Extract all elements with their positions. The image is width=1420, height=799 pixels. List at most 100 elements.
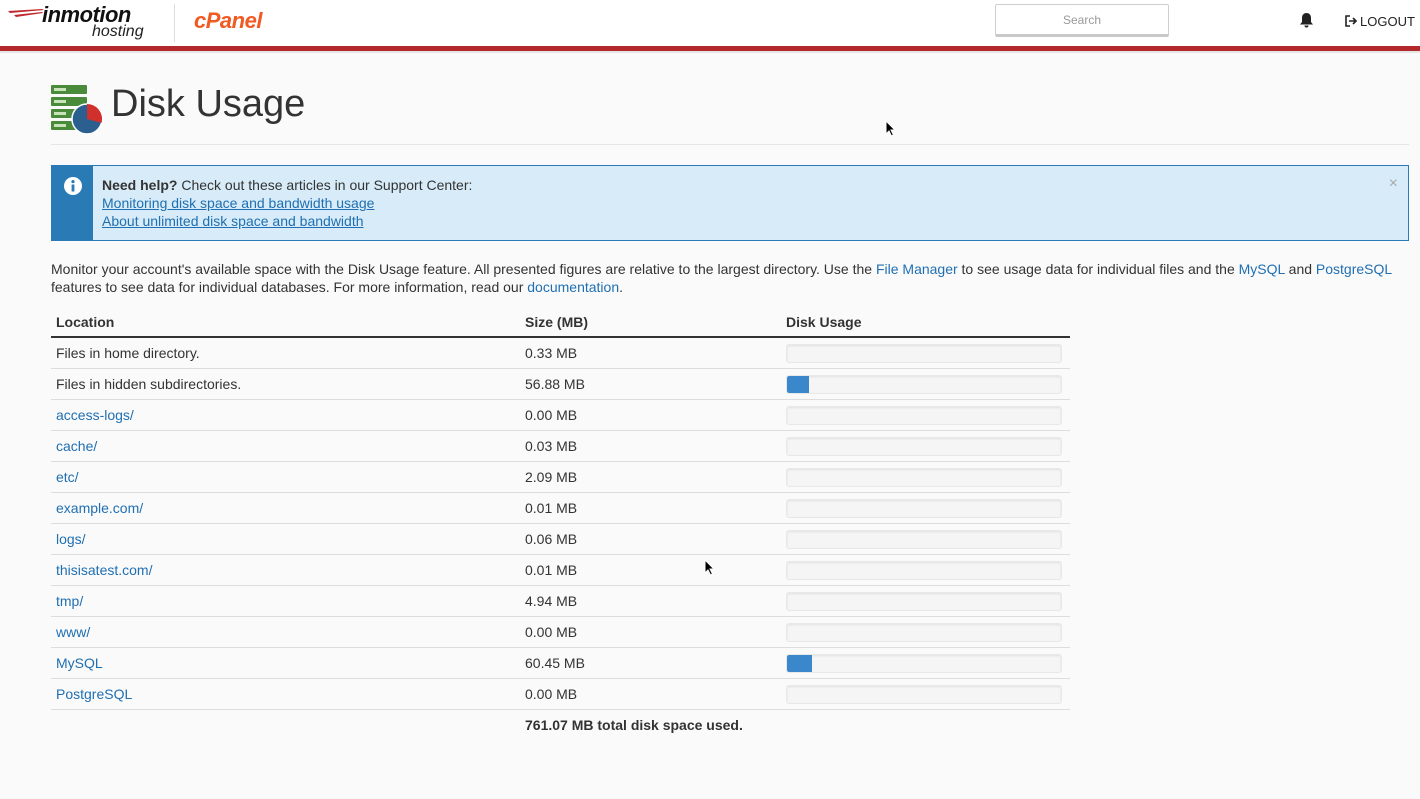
table-header-row: Location Size (MB) Disk Usage: [51, 308, 1070, 338]
size-cell: 0.01 MB: [520, 554, 781, 586]
usage-cell: [781, 337, 1070, 369]
location-link[interactable]: cache/: [56, 438, 97, 454]
location-cell: Files in home directory.: [51, 337, 520, 369]
logout-icon: [1345, 15, 1358, 27]
usage-progress-bar: [786, 591, 1062, 611]
total-disk-usage: 761.07 MB total disk space used.: [525, 717, 743, 733]
location-cell: tmp/: [51, 585, 520, 617]
usage-cell: [781, 430, 1070, 462]
file-manager-link[interactable]: File Manager: [876, 261, 958, 277]
location-link[interactable]: logs/: [56, 531, 86, 547]
usage-cell: [781, 461, 1070, 493]
location-link[interactable]: etc/: [56, 469, 79, 485]
location-link[interactable]: www/: [56, 624, 90, 640]
location-link[interactable]: MySQL: [56, 655, 103, 671]
location-link[interactable]: example.com/: [56, 500, 143, 516]
table-row: cache/0.03 MB: [51, 430, 1070, 462]
usage-cell: [781, 492, 1070, 524]
usage-cell: [781, 368, 1070, 400]
column-header-size: Size (MB): [520, 308, 781, 338]
size-cell: 0.00 MB: [520, 399, 781, 431]
logout-button[interactable]: LOGOUT: [1344, 12, 1415, 30]
location-label: Files in hidden subdirectories.: [56, 376, 242, 392]
usage-progress-bar: [786, 529, 1062, 549]
description-part-5: .: [619, 279, 623, 295]
table-row: tmp/4.94 MB: [51, 585, 1070, 617]
usage-progress-bar: [786, 684, 1062, 704]
page-title: Disk Usage: [111, 83, 306, 125]
size-cell: 0.00 MB: [520, 678, 781, 710]
logout-label: LOGOUT: [1360, 13, 1415, 29]
total-spacer: [51, 710, 520, 741]
size-cell: 0.00 MB: [520, 616, 781, 648]
size-cell: 0.33 MB: [520, 337, 781, 369]
table-body: Files in home directory. 0.33 MB Files in …: [51, 337, 1070, 740]
size-cell: 0.03 MB: [520, 430, 781, 462]
usage-progress-bar: [786, 498, 1062, 518]
usage-cell: [781, 616, 1070, 648]
size-cell: 4.94 MB: [520, 585, 781, 617]
location-cell: access-logs/: [51, 399, 520, 431]
description-part-4: features to see data for individual data…: [51, 279, 528, 295]
help-link-unlimited[interactable]: About unlimited disk space and bandwidth: [102, 212, 472, 230]
usage-progress-bar: [786, 374, 1062, 394]
location-cell: example.com/: [51, 492, 520, 524]
disk-usage-icon: [51, 85, 103, 135]
table-row: PostgreSQL 0.00 MB: [51, 678, 1070, 710]
total-row: 761.07 MB total disk space used.: [51, 710, 1070, 741]
heading-divider: [51, 144, 1409, 145]
column-header-usage: Disk Usage: [781, 308, 1070, 338]
table-row: www/0.00 MB: [51, 616, 1070, 648]
location-cell: MySQL: [51, 647, 520, 679]
mouse-cursor-icon: [704, 559, 715, 576]
location-link[interactable]: tmp/: [56, 593, 83, 609]
usage-cell: [781, 399, 1070, 431]
usage-progress-fill: [787, 654, 812, 672]
table-row: logs/0.06 MB: [51, 523, 1070, 555]
mysql-link[interactable]: MySQL: [1239, 261, 1285, 277]
usage-progress-bar: [786, 622, 1062, 642]
table-row: Files in home directory. 0.33 MB: [51, 337, 1070, 369]
location-link[interactable]: access-logs/: [56, 407, 134, 423]
callout-sidebar: [52, 166, 93, 240]
callout-lead-text: Check out these articles in our Support …: [177, 177, 473, 193]
search-input[interactable]: [995, 4, 1169, 37]
usage-cell: [781, 647, 1070, 679]
usage-cell: [781, 585, 1070, 617]
location-label: Files in home directory.: [56, 345, 200, 361]
location-cell: logs/: [51, 523, 520, 555]
usage-progress-bar: [786, 343, 1062, 363]
postgresql-link[interactable]: PostgreSQL: [1316, 261, 1392, 277]
description-part-3: and: [1284, 261, 1316, 277]
inmotion-hosting-logo[interactable]: inmotion hosting: [6, 2, 156, 42]
close-icon[interactable]: ×: [1389, 175, 1398, 193]
location-link[interactable]: thisisatest.com/: [56, 562, 152, 578]
help-callout: Need help? Check out these articles in o…: [51, 165, 1409, 241]
usage-progress-bar: [786, 467, 1062, 487]
usage-progress-bar: [786, 405, 1062, 425]
location-link[interactable]: PostgreSQL: [56, 686, 132, 702]
location-cell: cache/: [51, 430, 520, 462]
bell-icon[interactable]: [1298, 12, 1315, 29]
logo-secondary-text: hosting: [92, 23, 144, 40]
description-part-1: Monitor your account's available space w…: [51, 261, 876, 277]
callout-lead: Need help? Check out these articles in o…: [102, 176, 472, 194]
top-navbar: inmotion hosting cPanel LOGOUT: [0, 0, 1420, 46]
usage-progress-bar: [786, 560, 1062, 580]
column-header-location: Location: [51, 308, 520, 338]
documentation-link[interactable]: documentation: [527, 279, 619, 295]
size-cell: 0.06 MB: [520, 523, 781, 555]
location-cell: PostgreSQL: [51, 678, 520, 710]
disk-usage-table: Location Size (MB) Disk Usage Files in h…: [51, 308, 1070, 740]
logo-divider: [174, 4, 175, 42]
info-icon: [64, 177, 82, 195]
size-cell: 2.09 MB: [520, 461, 781, 493]
usage-progress-bar: [786, 436, 1062, 456]
cpanel-logo[interactable]: cPanel: [194, 8, 262, 34]
size-cell: 56.88 MB: [520, 368, 781, 400]
location-cell: etc/: [51, 461, 520, 493]
size-cell: 60.45 MB: [520, 647, 781, 679]
usage-progress-bar: [786, 653, 1062, 673]
description-text: Monitor your account's available space w…: [51, 260, 1411, 296]
help-link-monitoring[interactable]: Monitoring disk space and bandwidth usag…: [102, 194, 472, 212]
